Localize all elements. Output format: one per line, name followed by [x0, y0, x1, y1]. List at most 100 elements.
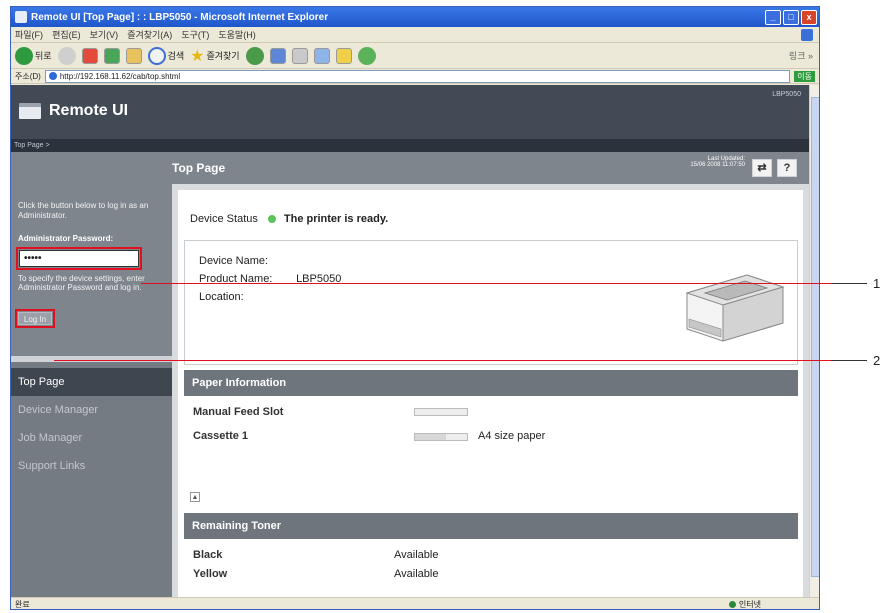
breadcrumb[interactable]: Top Page > [11, 139, 809, 152]
folder-button[interactable] [335, 47, 352, 64]
cassette-paper-size: A4 size paper [478, 430, 546, 442]
links-label[interactable]: 링크 » [789, 49, 813, 62]
minimize-button[interactable]: _ [765, 9, 781, 25]
callout-tick-1 [831, 283, 867, 284]
nav-job-manager[interactable]: Job Manager [11, 424, 172, 452]
browser-window: Remote UI [Top Page] : : LBP5050 - Micro… [10, 6, 820, 610]
maximize-button[interactable]: □ [783, 9, 799, 25]
page-title-bar: Top Page Last Updated: 15/06 2008 11:07:… [11, 152, 809, 184]
remote-ui-logo: Remote UI [19, 102, 128, 120]
callout-line-2 [54, 360, 831, 361]
side-nav: Top Page Device Manager Job Manager Supp… [11, 368, 172, 480]
callout-line-1 [141, 283, 831, 284]
ie-icon [15, 11, 27, 23]
go-button[interactable]: 이동 [794, 70, 815, 82]
mail-button[interactable] [269, 47, 286, 64]
remote-ui-header: Remote UI LBP5050 [11, 85, 809, 139]
internet-zone-icon [728, 601, 736, 608]
stop-button[interactable] [81, 47, 98, 64]
forward-arrow-icon [57, 46, 76, 65]
model-name: LBP5050 [772, 91, 801, 98]
toner-heading: Remaining Toner [184, 513, 798, 539]
last-updated-value: 15/06 2008 11:07:50 [690, 162, 745, 168]
callout-tick-2 [831, 360, 867, 361]
device-name-label: Device Name: [199, 255, 269, 267]
page-icon [48, 72, 57, 80]
print-button[interactable] [291, 47, 308, 64]
nav-device-manager[interactable]: Device Manager [11, 396, 172, 424]
history-button[interactable] [245, 46, 264, 65]
toner-yellow-label: Yellow [193, 568, 228, 580]
device-info-panel: Device Name: Product Name: LBP5050 Locat… [184, 240, 798, 365]
mail-icon [269, 47, 286, 64]
toner-black-value: Available [394, 549, 439, 561]
callout-number-2: 2 [873, 353, 881, 368]
status-indicator-icon [267, 215, 276, 223]
browser-toolbar: 뒤로 검색 ★ 즐겨찾기 링크 » [11, 43, 819, 69]
stop-icon [81, 47, 98, 64]
status-text: 완료 [15, 600, 30, 609]
refresh-button[interactable] [103, 47, 120, 64]
page-viewport: Remote UI LBP5050 Top Page > Top Page La… [11, 85, 809, 597]
folder-icon [335, 47, 352, 64]
security-zone: 인터넷 [728, 599, 761, 609]
favorites-button[interactable]: ★ 즐겨찾기 [190, 46, 239, 66]
menu-favorites[interactable]: 즐겨찾기(A) [127, 28, 172, 41]
login-help-text: Click the button below to log in as an A… [18, 201, 149, 220]
menu-view[interactable]: 보기(V) [90, 28, 119, 41]
toner-black-label: Black [193, 549, 223, 561]
edit-button[interactable] [313, 47, 330, 64]
menu-bar: 파일(F) 편집(E) 보기(V) 즐겨찾기(A) 도구(T) 도움말(H) [11, 27, 819, 43]
printer-image [685, 274, 785, 342]
password-input[interactable]: ••••• [19, 250, 139, 267]
menu-help[interactable]: 도움말(H) [218, 28, 255, 41]
address-input[interactable]: http://192.168.11.62/cab/top.shtml [44, 69, 791, 83]
nav-support-links[interactable]: Support Links [11, 452, 172, 480]
address-bar: 주소(D) http://192.168.11.62/cab/top.shtml… [11, 69, 819, 84]
windows-logo-icon [801, 28, 813, 41]
window-title: Remote UI [Top Page] : : LBP5050 - Micro… [31, 11, 329, 23]
home-icon [125, 47, 142, 64]
refresh-page-button[interactable]: ⇄ [752, 159, 772, 177]
manual-feed-level [414, 408, 468, 416]
device-status: Device Status The printer is ready. [190, 213, 388, 225]
vertical-scrollbar[interactable] [809, 85, 819, 597]
title-bar: Remote UI [Top Page] : : LBP5050 - Micro… [11, 7, 819, 27]
messenger-button[interactable] [357, 46, 376, 65]
left-panel: Click the button below to log in as an A… [11, 184, 172, 597]
refresh-icon [103, 47, 120, 64]
menu-file[interactable]: 파일(F) [15, 28, 43, 41]
edit-icon [313, 47, 330, 64]
toner-yellow-value: Available [394, 568, 439, 580]
login-button[interactable]: Log In [18, 312, 52, 325]
home-button[interactable] [125, 47, 142, 64]
location-label: Location: [199, 291, 244, 303]
menu-edit[interactable]: 편집(E) [52, 28, 81, 41]
history-icon [245, 46, 264, 65]
print-icon [291, 47, 308, 64]
location-row: Location: [199, 291, 293, 303]
nav-top-page[interactable]: Top Page [11, 368, 172, 396]
close-button[interactable]: x [801, 9, 817, 25]
forward-button[interactable] [57, 46, 76, 65]
back-arrow-icon [15, 46, 33, 65]
expand-icon[interactable]: ▲ [190, 492, 200, 502]
star-icon: ★ [190, 47, 205, 65]
printer-logo-icon [19, 103, 41, 119]
manual-feed-label: Manual Feed Slot [193, 406, 284, 418]
main-content: Device Status The printer is ready. Devi… [172, 184, 809, 597]
content-card: Device Status The printer is ready. Devi… [178, 190, 803, 597]
help-button[interactable]: ? [777, 159, 797, 177]
search-button[interactable]: 검색 [147, 46, 184, 65]
password-label: Administrator Password: [18, 234, 114, 243]
scrollbar-thumb[interactable] [811, 97, 819, 577]
page-title: Top Page [172, 161, 226, 175]
device-status-text: The printer is ready. [283, 213, 389, 225]
last-updated: Last Updated: 15/06 2008 11:07:50 [655, 156, 745, 168]
messenger-icon [357, 46, 376, 65]
back-button[interactable]: 뒤로 [15, 46, 52, 65]
address-label: 주소(D) [15, 71, 41, 81]
menu-tools[interactable]: 도구(T) [181, 28, 209, 41]
device-name-row: Device Name: [199, 255, 293, 267]
login-box: Click the button below to log in as an A… [11, 184, 172, 362]
